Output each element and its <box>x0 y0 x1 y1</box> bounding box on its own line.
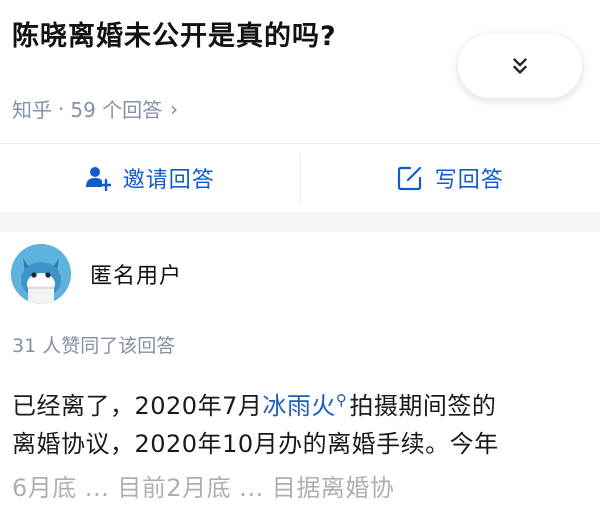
action-bar: 邀请回答 写回答 <box>0 144 600 212</box>
answer-line: 已经离了，2020年7月冰雨火⚲拍摄期间签的 <box>12 378 592 422</box>
chevron-right-icon: › <box>170 97 178 121</box>
invite-user-icon <box>85 165 111 191</box>
author-name[interactable]: 匿名用户 <box>90 258 182 290</box>
write-label: 写回答 <box>435 162 504 194</box>
search-link[interactable]: 冰雨火 <box>262 392 336 420</box>
avatar[interactable] <box>11 244 71 304</box>
invite-answer-button[interactable]: 邀请回答 <box>0 144 300 212</box>
search-icon: ⚲ <box>336 391 348 409</box>
answer-text: 6月底 ... 目前2月底 ... 目据离婚协 <box>12 474 394 502</box>
section-gap <box>0 212 600 232</box>
question-meta[interactable]: 知乎 · 59 个回答 › <box>12 94 178 123</box>
meta-separator: · <box>58 97 64 121</box>
question-title: 陈晓离婚未公开是真的吗? <box>12 14 337 53</box>
answer-line-faded: 6月底 ... 目前2月底 ... 目据离婚协 <box>12 466 592 510</box>
answer-text: 离婚协议，2020年10月办的离婚手续。今年 <box>12 430 499 458</box>
anonymous-mascot-icon <box>11 244 71 304</box>
answer-text: 已经离了，2020年7月 <box>12 392 262 420</box>
answer-count: 59 个回答 <box>70 94 162 123</box>
double-chevron-down-icon <box>509 55 531 77</box>
answer-line: 离婚协议，2020年10月办的离婚手续。今年 <box>12 422 592 466</box>
answer-body[interactable]: 已经离了，2020年7月冰雨火⚲拍摄期间签的 离婚协议，2020年10月办的离婚… <box>12 378 592 510</box>
invite-label: 邀请回答 <box>123 162 215 194</box>
vote-count: 31 人赞同了该回答 <box>12 331 175 358</box>
write-answer-button[interactable]: 写回答 <box>301 144 600 212</box>
answer-text: 拍摄期间签的 <box>349 392 496 420</box>
collapse-button[interactable] <box>458 34 582 98</box>
source-label: 知乎 <box>12 94 52 123</box>
edit-icon <box>397 165 423 191</box>
